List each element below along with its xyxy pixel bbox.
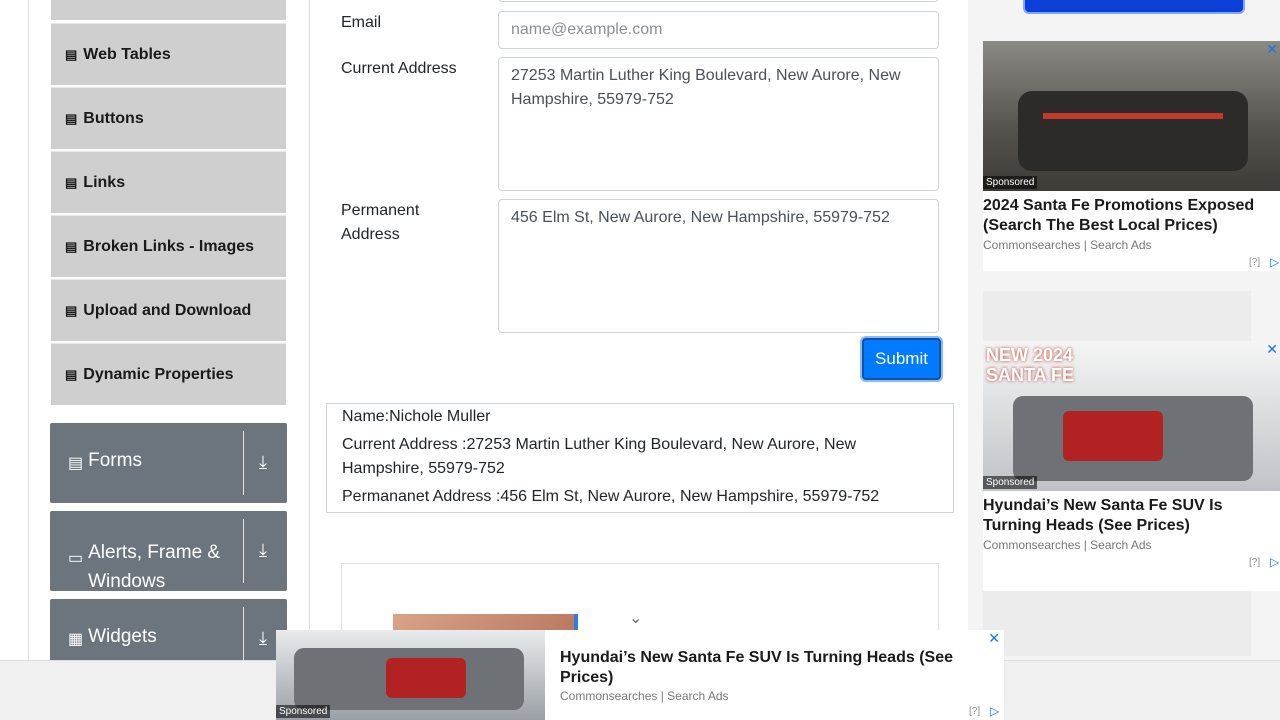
sidebar-item-label: Upload and Download: [83, 301, 252, 319]
permanent-address-label: Permanent Address: [341, 202, 420, 243]
email-label: Email: [341, 14, 382, 31]
html5-icon: ▤: [65, 302, 78, 318]
html5-icon: ▤: [65, 366, 78, 382]
sponsored-label: Sponsored: [276, 705, 331, 718]
tail-light: [1043, 113, 1223, 119]
ad-info[interactable]: [?]: [969, 706, 980, 717]
output-name: Name:Nichole Muller: [342, 408, 491, 425]
group-header: ▤ Forms: [68, 450, 142, 473]
download-icon[interactable]: ⤓: [259, 452, 267, 473]
close-icon[interactable]: ✕: [988, 630, 1000, 647]
sponsored-label: Sponsored: [983, 476, 1038, 489]
ad-card-1[interactable]: Sponsored ✕ 2024 Santa Fe Promotions Exp…: [983, 41, 1280, 271]
sidebar-item-broken-links[interactable]: ▤ Broken Links - Images: [51, 215, 286, 277]
ad-placeholder-pattern: [983, 591, 1251, 656]
ad-card-2[interactable]: NEW 2024 SANTA FE Sponsored ✕ Hyundai’s …: [983, 341, 1280, 591]
group-divider: [243, 519, 244, 583]
sidebar-group-alerts[interactable]: ▭ Alerts, Frame & Windows ⤓: [50, 511, 287, 592]
output-panel: Name:Nichole Muller Current Address :272…: [326, 403, 954, 513]
sidebar-divider: [309, 0, 310, 660]
sidebar-group-forms[interactable]: ▤ Forms ⤓: [50, 423, 287, 503]
adchoices-icon[interactable]: ▷: [990, 704, 999, 718]
ad-title[interactable]: 2024 Santa Fe Promotions Exposed (Search…: [983, 196, 1273, 236]
sidebar-item-dynamic-properties[interactable]: ▤ Dynamic Properties: [51, 343, 286, 405]
group-label: Alerts, Frame & Windows: [88, 542, 221, 592]
close-icon[interactable]: ✕: [1266, 41, 1278, 58]
download-icon[interactable]: ⤓: [259, 540, 267, 561]
close-icon[interactable]: ✕: [1266, 341, 1278, 358]
ad-info[interactable]: [?]: [1249, 557, 1260, 568]
ad-column: Sponsored ✕ 2024 Santa Fe Promotions Exp…: [968, 0, 1280, 660]
group-header: ▦ Widgets: [68, 626, 157, 649]
html5-icon: ▤: [65, 110, 78, 126]
adchoices-icon[interactable]: ▷: [1270, 555, 1279, 569]
group-label: Forms: [88, 450, 142, 471]
sidebar-item-label: Broken Links - Images: [83, 237, 255, 255]
sidebar-item-links[interactable]: ▤ Links: [51, 151, 286, 213]
ad-source: Commonsearches | Search Ads: [983, 538, 1152, 552]
current-address-label: Current Address: [341, 60, 457, 77]
document-icon: ▤: [68, 455, 84, 472]
ad-source: Commonsearches | Search Ads: [983, 238, 1152, 252]
submit-button[interactable]: Submit: [862, 338, 941, 380]
ad-info[interactable]: [?]: [1249, 257, 1260, 268]
group-label: Widgets: [88, 626, 157, 647]
sidebar-item-web-tables[interactable]: ▤ Web Tables: [51, 23, 286, 85]
group-header: ▭ Alerts, Frame & Windows: [68, 538, 228, 596]
output-permanent-address: Permananet Address :456 Elm St, New Auro…: [342, 488, 880, 505]
permanent-address-field[interactable]: 456 Elm St, New Aurore, New Hampshire, 5…: [498, 199, 939, 333]
ad-image: NEW 2024 SANTA FE: [983, 341, 1280, 491]
sidebar-item-label: Links: [83, 173, 126, 191]
ad-placeholder-pattern: [983, 291, 1251, 341]
chevron-down-icon[interactable]: ⌄: [629, 608, 642, 628]
email-placeholder: name@example.com: [511, 21, 663, 38]
current-address-value: 27253 Martin Luther King Boulevard, New …: [511, 67, 901, 108]
window-icon: ▭: [68, 550, 84, 567]
sidebar-item-upload-download[interactable]: ▤ Upload and Download: [51, 279, 286, 341]
email-field[interactable]: name@example.com: [498, 11, 939, 49]
sidebar-item-buttons[interactable]: ▤ Buttons: [51, 87, 286, 149]
download-icon[interactable]: ⤓: [259, 628, 267, 649]
bottom-ad[interactable]: Sponsored Hyundai’s New Santa Fe SUV Is …: [276, 630, 1004, 720]
car-seats: [386, 658, 466, 698]
ad-source: Commonsearches | Search Ads: [560, 689, 729, 703]
sidebar-item-partial[interactable]: [51, 0, 286, 20]
sidebar-item-label: Web Tables: [83, 45, 171, 63]
car-shape: [1018, 91, 1248, 171]
car-seats: [1063, 411, 1163, 461]
current-address-field[interactable]: 27253 Martin Luther King Boulevard, New …: [498, 57, 939, 191]
permanent-address-value: 456 Elm St, New Aurore, New Hampshire, 5…: [511, 209, 890, 226]
html5-icon: ▤: [65, 46, 78, 62]
ad-banner-text: NEW 2024 SANTA FE: [986, 345, 1074, 385]
adchoices-icon[interactable]: ▷: [1270, 255, 1279, 269]
left-border: [28, 0, 29, 660]
sidebar-item-label: Buttons: [83, 109, 144, 127]
ad-title[interactable]: Hyundai’s New Santa Fe SUV Is Turning He…: [983, 496, 1273, 536]
html5-icon: ▤: [65, 174, 78, 190]
ad-title[interactable]: Hyundai’s New Santa Fe SUV Is Turning He…: [560, 648, 970, 688]
ad-button[interactable]: [1025, 0, 1243, 12]
mobile-field-partial[interactable]: [498, 0, 939, 2]
group-divider: [243, 431, 244, 495]
output-current-address: Current Address :27253 Martin Luther Kin…: [342, 436, 857, 477]
sidebar-item-label: Dynamic Properties: [83, 365, 234, 383]
html5-icon: ▤: [65, 238, 78, 254]
sponsored-label: Sponsored: [983, 176, 1038, 189]
ad-image: [983, 41, 1280, 191]
widgets-icon: ▦: [68, 631, 84, 648]
